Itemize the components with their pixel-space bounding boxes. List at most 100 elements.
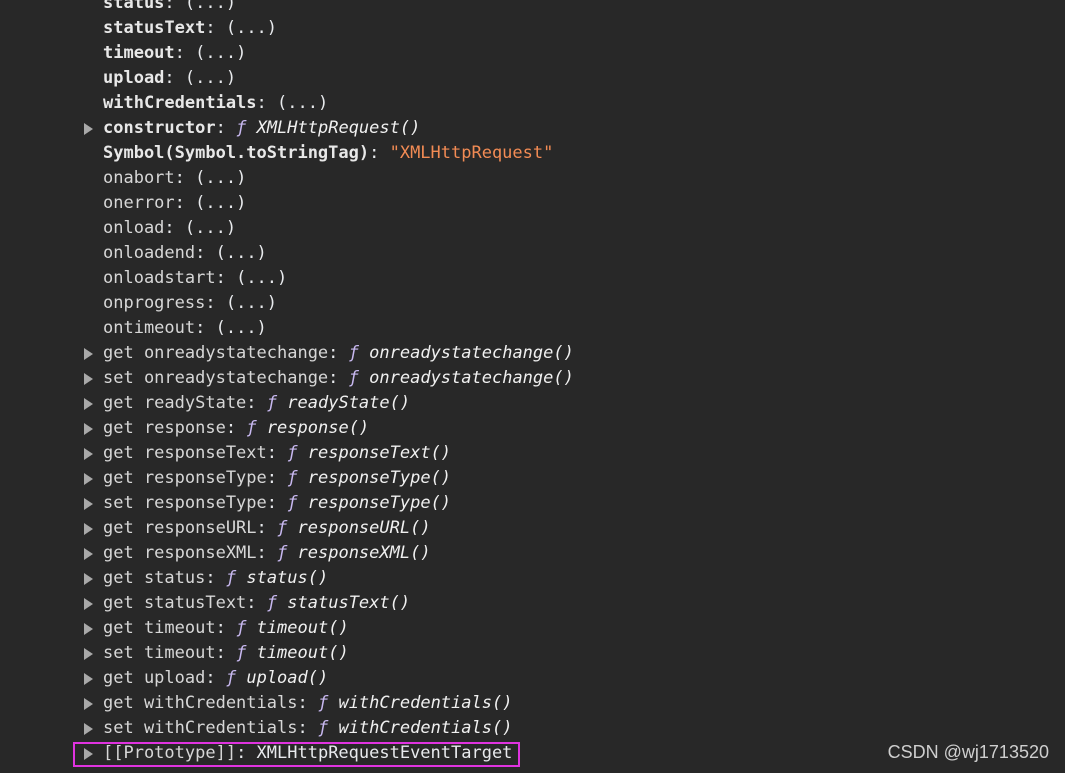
lazy-value[interactable]: (...) [236, 268, 287, 288]
function-symbol-icon: ƒ [317, 718, 329, 738]
property-row: statusText: (...) [0, 16, 1065, 41]
colon-separator: : [246, 593, 267, 613]
function-name: statusText() [287, 593, 411, 613]
expand-triangle-icon[interactable] [84, 573, 93, 585]
property-row[interactable]: get responseText: ƒ responseText() [0, 441, 1065, 466]
property-key: set withCredentials [103, 718, 298, 738]
property-row[interactable]: set withCredentials: ƒ withCredentials() [0, 716, 1065, 741]
lazy-value[interactable]: (...) [195, 168, 246, 188]
property-key: onprogress [103, 293, 206, 313]
function-symbol-icon: ƒ [236, 643, 247, 663]
property-row[interactable]: get statusText: ƒ statusText() [0, 591, 1065, 616]
expand-triangle-icon[interactable] [84, 473, 93, 485]
property-row[interactable]: get response: ƒ response() [0, 416, 1065, 441]
property-key: status [103, 0, 165, 13]
function-name: status() [246, 568, 329, 588]
function-symbol-icon: ƒ [277, 518, 288, 538]
lazy-value[interactable]: (...) [216, 243, 267, 263]
function-symbol-icon: ƒ [266, 393, 278, 413]
expand-triangle-icon[interactable] [84, 673, 93, 685]
property-row[interactable]: constructor: ƒ XMLHttpRequest() [0, 116, 1065, 141]
lazy-value[interactable]: (...) [226, 293, 277, 313]
expand-triangle-icon[interactable] [84, 123, 93, 135]
function-name: readyState() [287, 393, 411, 413]
colon-separator: : [297, 718, 318, 738]
property-row: Symbol(Symbol.toStringTag): "XMLHttpRequ… [0, 141, 1065, 166]
function-symbol-icon: ƒ [236, 118, 247, 138]
colon-separator: : [195, 243, 216, 263]
expand-triangle-icon[interactable] [84, 598, 93, 610]
property-row[interactable]: set responseType: ƒ responseType() [0, 491, 1065, 516]
property-key: constructor [103, 118, 216, 138]
lazy-value[interactable]: (...) [216, 318, 267, 338]
expand-triangle-icon[interactable] [84, 548, 93, 560]
property-row: timeout: (...) [0, 41, 1065, 66]
expand-triangle-icon[interactable] [84, 523, 93, 535]
property-row: upload: (...) [0, 66, 1065, 91]
colon-separator: : [164, 68, 185, 88]
property-row[interactable]: get readyState: ƒ readyState() [0, 391, 1065, 416]
property-key: get responseURL [103, 518, 257, 538]
expand-triangle-icon[interactable] [84, 348, 93, 360]
property-key: get upload [103, 668, 206, 688]
function-symbol-icon: ƒ [246, 418, 257, 438]
string-value: "XMLHttpRequest" [389, 143, 554, 163]
lazy-value[interactable]: (...) [185, 68, 236, 88]
colon-separator: : [164, 0, 185, 13]
expand-triangle-icon[interactable] [84, 623, 93, 635]
colon-separator: : [174, 43, 196, 63]
function-symbol-icon: ƒ [348, 343, 359, 363]
property-row[interactable]: set onreadystatechange: ƒ onreadystatech… [0, 366, 1065, 391]
expand-triangle-icon[interactable] [84, 498, 93, 510]
function-symbol-icon: ƒ [348, 368, 359, 388]
property-row[interactable]: get withCredentials: ƒ withCredentials() [0, 691, 1065, 716]
lazy-value[interactable]: (...) [195, 43, 246, 63]
function-symbol-icon: ƒ [317, 693, 329, 713]
colon-separator: : [225, 418, 247, 438]
property-row[interactable]: set timeout: ƒ timeout() [0, 641, 1065, 666]
expand-triangle-icon[interactable] [84, 723, 93, 735]
property-row: onloadend: (...) [0, 241, 1065, 266]
colon-separator: : [195, 318, 216, 338]
expand-triangle-icon[interactable] [84, 698, 93, 710]
property-row: onerror: (...) [0, 191, 1065, 216]
expand-triangle-icon[interactable] [84, 373, 93, 385]
property-row[interactable]: get onreadystatechange: ƒ onreadystatech… [0, 341, 1065, 366]
property-key: get readyState [103, 393, 247, 413]
property-key: withCredentials [103, 93, 257, 113]
property-row: onload: (...) [0, 216, 1065, 241]
function-name: XMLHttpRequest() [256, 118, 421, 138]
colon-separator: : [266, 493, 288, 513]
colon-separator: : [246, 393, 267, 413]
lazy-value[interactable]: (...) [185, 218, 236, 238]
property-key: set responseType [103, 493, 267, 513]
colon-separator: : [256, 93, 278, 113]
colon-separator: : [205, 668, 226, 688]
property-row[interactable]: get upload: ƒ upload() [0, 666, 1065, 691]
property-row[interactable]: get status: ƒ status() [0, 566, 1065, 591]
property-key: onloadend [103, 243, 196, 263]
property-row[interactable]: get responseXML: ƒ responseXML() [0, 541, 1065, 566]
expand-triangle-icon[interactable] [84, 448, 93, 460]
lazy-value[interactable]: (...) [226, 18, 277, 38]
property-key: onload [103, 218, 165, 238]
property-row[interactable]: get responseURL: ƒ responseURL() [0, 516, 1065, 541]
lazy-value[interactable]: (...) [195, 193, 246, 213]
expand-triangle-icon[interactable] [84, 398, 93, 410]
devtools-console: status: (...) statusText: (...) timeout: (… [0, 0, 1065, 773]
function-symbol-icon: ƒ [287, 468, 298, 488]
property-key: upload [103, 68, 165, 88]
property-row[interactable]: get responseType: ƒ responseType() [0, 466, 1065, 491]
colon-separator: : [205, 18, 226, 38]
object-property-tree: status: (...) statusText: (...) timeout: (… [0, 0, 1065, 766]
expand-triangle-icon[interactable] [84, 423, 93, 435]
property-key: timeout [103, 43, 175, 63]
property-row[interactable]: get timeout: ƒ timeout() [0, 616, 1065, 641]
colon-separator: : [174, 168, 196, 188]
expand-triangle-icon[interactable] [84, 648, 93, 660]
lazy-value[interactable]: (...) [185, 0, 236, 13]
lazy-value[interactable]: (...) [277, 93, 328, 113]
prototype-highlight-box [73, 742, 520, 767]
property-key: get response [103, 418, 226, 438]
property-key: onerror [103, 193, 175, 213]
